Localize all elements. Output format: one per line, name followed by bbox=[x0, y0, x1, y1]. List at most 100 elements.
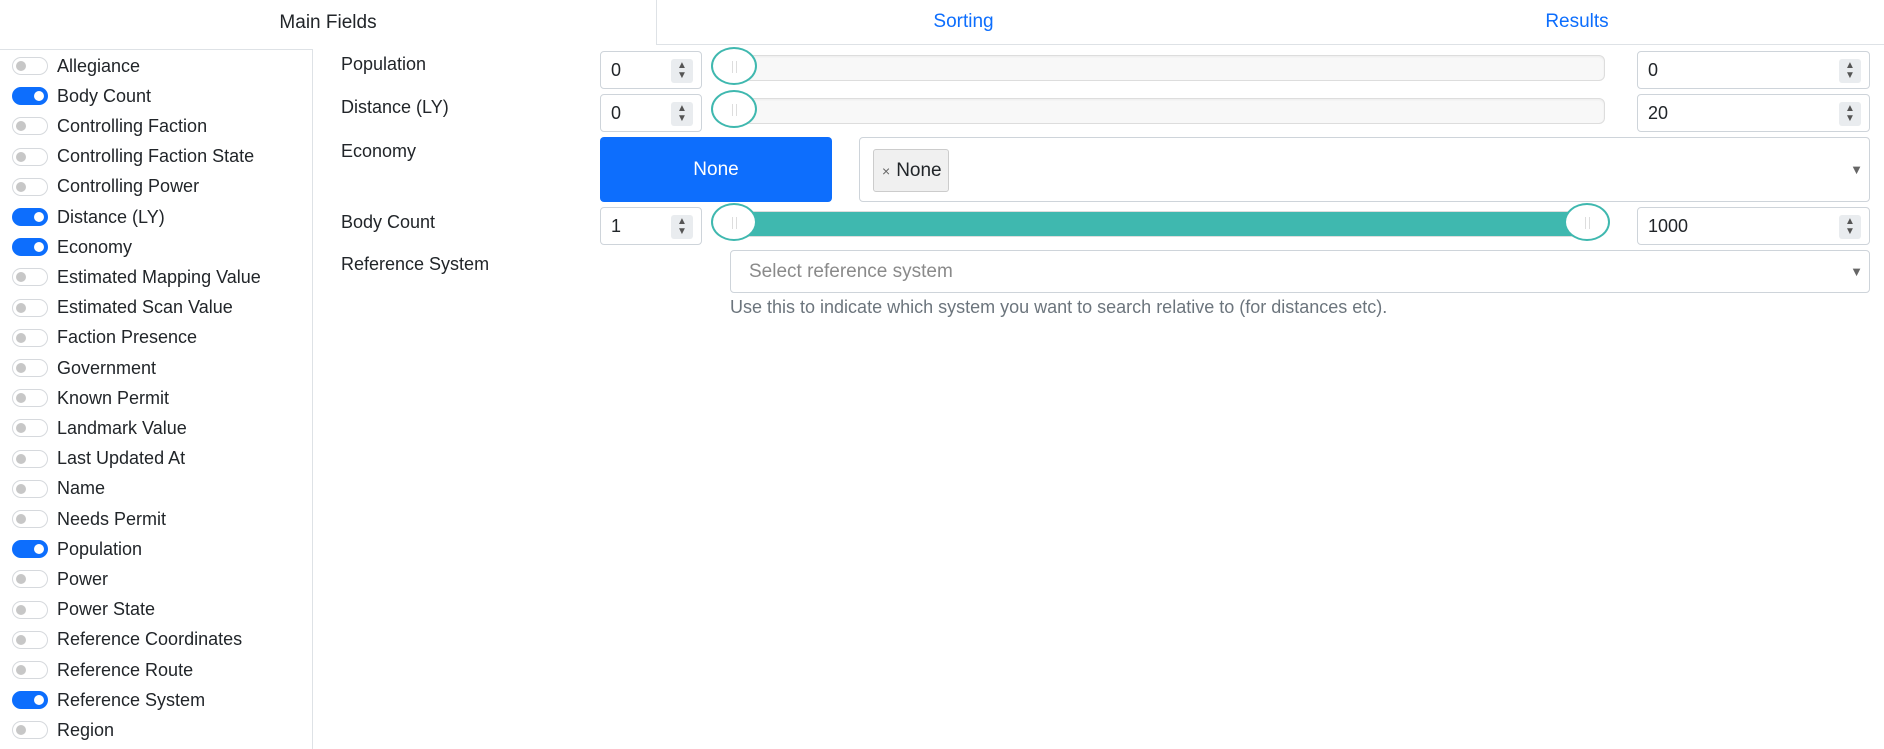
toggle-knob bbox=[34, 695, 44, 706]
population-label: Population bbox=[341, 54, 427, 74]
distance-slider-handle[interactable] bbox=[711, 90, 757, 128]
population-slider-track[interactable] bbox=[716, 55, 1605, 81]
sidebar-field-toggle[interactable]: Controlling Power bbox=[12, 172, 199, 202]
sidebar-field-toggle[interactable]: Reference System bbox=[12, 685, 205, 715]
toggle-switch[interactable] bbox=[12, 691, 48, 710]
toggle-switch[interactable] bbox=[12, 147, 48, 166]
body-count-slider-track[interactable] bbox=[716, 211, 1605, 237]
toggle-switch[interactable] bbox=[12, 359, 48, 377]
toggle-switch[interactable] bbox=[12, 57, 48, 75]
tab-main-fields[interactable]: Main Fields bbox=[0, 0, 657, 45]
toggle-knob bbox=[34, 212, 44, 222]
population-slider-handle[interactable] bbox=[711, 47, 757, 85]
distance-min-input[interactable]: 0 ▲ ▼ bbox=[600, 94, 702, 132]
toggle-switch[interactable] bbox=[12, 298, 48, 317]
toggle-switch[interactable] bbox=[12, 268, 48, 287]
chevron-down-icon[interactable]: ▼ bbox=[1850, 264, 1863, 279]
field-toggle-sidebar: Allegiance Body Count Controlling Faction C… bbox=[0, 49, 313, 749]
toggle-knob bbox=[16, 332, 26, 343]
body-count-min-input[interactable]: 1 ▲ ▼ bbox=[600, 207, 702, 245]
toggle-switch[interactable] bbox=[12, 479, 48, 498]
toggle-switch[interactable] bbox=[12, 177, 48, 196]
toggle-knob bbox=[34, 91, 44, 102]
toggle-switch[interactable] bbox=[12, 540, 48, 559]
toggle-switch[interactable] bbox=[12, 449, 48, 468]
distance-slider-track[interactable] bbox=[716, 98, 1605, 124]
toggle-switch[interactable] bbox=[12, 238, 48, 257]
toggle-switch[interactable] bbox=[12, 630, 48, 649]
sidebar-field-toggle[interactable]: Controlling Faction State bbox=[12, 142, 254, 172]
body-count-slider-low-handle[interactable] bbox=[711, 203, 757, 241]
chevron-down-icon[interactable]: ▼ bbox=[1850, 162, 1863, 177]
sidebar-field-toggle[interactable]: Landmark Value bbox=[12, 413, 187, 443]
toggle-knob bbox=[16, 302, 26, 313]
sidebar-field-toggle[interactable]: Region bbox=[12, 715, 114, 745]
toggle-knob bbox=[16, 574, 26, 585]
toggle-switch[interactable] bbox=[12, 570, 48, 589]
economy-multiselect[interactable]: × None ▼ bbox=[859, 137, 1870, 202]
economy-none-button[interactable]: None bbox=[600, 137, 832, 202]
toggle-switch[interactable] bbox=[12, 419, 48, 438]
economy-label: Economy bbox=[341, 141, 417, 161]
sidebar-field-toggle[interactable]: Allegiance bbox=[12, 51, 140, 81]
sidebar-field-label: Landmark Value bbox=[57, 417, 187, 438]
spinner-icon[interactable]: ▲ ▼ bbox=[1839, 59, 1861, 83]
toggle-switch[interactable] bbox=[12, 389, 48, 408]
sidebar-field-toggle[interactable]: Population bbox=[12, 534, 142, 564]
toggle-knob bbox=[16, 181, 26, 192]
sidebar-field-label: Estimated Mapping Value bbox=[57, 266, 261, 287]
toggle-switch[interactable] bbox=[12, 87, 48, 106]
distance-label: Distance (LY) bbox=[341, 97, 449, 117]
body-count-max-value: 1000 bbox=[1648, 215, 1689, 236]
sidebar-field-toggle[interactable]: Power bbox=[12, 564, 108, 594]
sidebar-field-toggle[interactable]: Controlling Faction bbox=[12, 111, 207, 141]
sidebar-field-toggle[interactable]: Reference Route bbox=[12, 655, 193, 685]
sidebar-field-label: Name bbox=[57, 478, 106, 499]
body-count-slider-high-handle[interactable] bbox=[1564, 203, 1610, 241]
toggle-knob bbox=[16, 272, 26, 283]
sidebar-field-toggle[interactable]: Needs Permit bbox=[12, 504, 166, 534]
toggle-switch[interactable] bbox=[12, 600, 48, 619]
sidebar-field-toggle[interactable]: Power State bbox=[12, 595, 155, 625]
sidebar-field-toggle[interactable]: Faction Presence bbox=[12, 323, 197, 353]
reference-system-select[interactable]: Select reference system ▼ bbox=[730, 250, 1870, 293]
sidebar-field-toggle[interactable]: Last Updated At bbox=[12, 444, 185, 474]
toggle-knob bbox=[16, 665, 26, 675]
sidebar-field-label: Reference Coordinates bbox=[57, 629, 243, 650]
sidebar-field-toggle[interactable]: Government bbox=[12, 353, 156, 383]
toggle-switch[interactable] bbox=[12, 510, 48, 528]
remove-tag-icon[interactable]: × bbox=[882, 163, 890, 179]
toggle-switch[interactable] bbox=[12, 328, 48, 347]
sidebar-field-label: Power State bbox=[57, 599, 156, 620]
tab-sorting[interactable]: Sorting bbox=[657, 0, 1270, 45]
spinner-icon[interactable]: ▲ ▼ bbox=[671, 102, 693, 126]
toggle-knob bbox=[34, 242, 44, 253]
sidebar-field-toggle[interactable]: Economy bbox=[12, 232, 132, 262]
sidebar-field-toggle[interactable]: Reference Coordinates bbox=[12, 625, 242, 655]
toggle-switch[interactable] bbox=[12, 721, 48, 740]
toggle-switch[interactable] bbox=[12, 661, 48, 679]
toggle-knob bbox=[16, 483, 26, 494]
toggle-knob bbox=[16, 363, 26, 373]
sidebar-field-toggle[interactable]: Distance (LY) bbox=[12, 202, 165, 232]
sidebar-field-toggle[interactable]: Body Count bbox=[12, 81, 151, 111]
population-min-input[interactable]: 0 ▲ ▼ bbox=[600, 51, 702, 89]
sidebar-field-toggle[interactable]: Known Permit bbox=[12, 383, 169, 413]
spinner-icon[interactable]: ▲ ▼ bbox=[1839, 102, 1861, 126]
reference-system-label: Reference System bbox=[341, 254, 490, 274]
toggle-switch[interactable] bbox=[12, 208, 48, 226]
body-count-slider-fill bbox=[735, 212, 1588, 236]
tab-results[interactable]: Results bbox=[1270, 0, 1884, 45]
spinner-icon[interactable]: ▲ ▼ bbox=[1839, 215, 1861, 239]
body-count-max-input[interactable]: 1000 ▲ ▼ bbox=[1637, 207, 1870, 245]
sidebar-field-label: Estimated Scan Value bbox=[57, 297, 233, 318]
toggle-switch[interactable] bbox=[12, 117, 48, 136]
sidebar-field-toggle[interactable]: Estimated Scan Value bbox=[12, 293, 233, 323]
sidebar-field-toggle[interactable]: Name bbox=[12, 474, 105, 504]
sidebar-field-label: Controlling Power bbox=[57, 176, 200, 197]
sidebar-field-toggle[interactable]: Estimated Mapping Value bbox=[12, 262, 261, 292]
spinner-icon[interactable]: ▲ ▼ bbox=[671, 59, 693, 83]
spinner-icon[interactable]: ▲ ▼ bbox=[671, 215, 693, 239]
distance-max-input[interactable]: 20 ▲ ▼ bbox=[1637, 94, 1870, 132]
population-max-input[interactable]: 0 ▲ ▼ bbox=[1637, 51, 1870, 89]
